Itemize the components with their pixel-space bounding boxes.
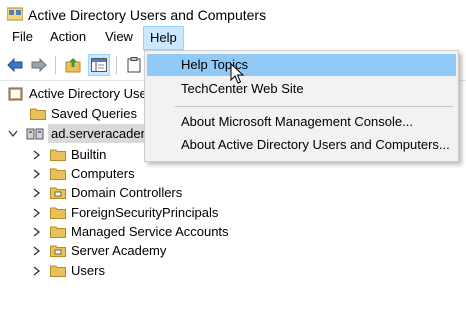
- directory-book-icon: [8, 87, 23, 100]
- clipboard-icon: [127, 57, 141, 73]
- menu-item-about-aduc[interactable]: About Active Directory Users and Compute…: [147, 134, 456, 156]
- tree-domain-label: ad.serveracader: [51, 126, 145, 141]
- menu-item-help-topics[interactable]: Help Topics: [147, 54, 456, 76]
- tree-saved-queries[interactable]: Saved Queries: [30, 104, 137, 123]
- folder-icon: [50, 207, 66, 219]
- folder-icon: [50, 226, 66, 238]
- tree-item-label: Server Academy: [71, 243, 167, 258]
- tree-item-label: Managed Service Accounts: [71, 224, 229, 239]
- tree-item-domain-controllers[interactable]: Domain Controllers: [32, 183, 182, 202]
- menu-file[interactable]: File: [6, 25, 39, 49]
- menu-help[interactable]: Help: [143, 26, 184, 50]
- tree-saved-queries-label: Saved Queries: [51, 106, 137, 121]
- forward-button[interactable]: [28, 54, 50, 76]
- tree-item-users[interactable]: Users: [32, 261, 105, 280]
- tree-root[interactable]: Active Directory Use: [8, 84, 147, 103]
- menu-item-about-mmc[interactable]: About Microsoft Management Console...: [147, 111, 456, 133]
- forward-arrow-icon: [31, 58, 47, 72]
- ou-folder-icon: [50, 187, 66, 199]
- chevron-right-icon[interactable]: [32, 168, 42, 179]
- folder-icon: [30, 108, 46, 120]
- tree-item-computers[interactable]: Computers: [32, 164, 135, 183]
- domain-icon: [26, 128, 44, 140]
- menu-bar: File Action View Help: [0, 25, 466, 50]
- toolbar-separator: [116, 56, 117, 74]
- window-title: Active Directory Users and Computers: [28, 7, 267, 23]
- menu-separator: [175, 106, 453, 107]
- help-menu-dropdown: Help Topics TechCenter Web Site About Mi…: [144, 50, 459, 162]
- mouse-pointer-icon: [230, 63, 244, 84]
- folder-icon: [50, 168, 66, 180]
- menu-view[interactable]: View: [99, 25, 139, 49]
- tree-item-label: ForeignSecurityPrincipals: [71, 205, 219, 220]
- back-button[interactable]: [4, 54, 26, 76]
- tree-item-label: Domain Controllers: [71, 185, 183, 200]
- menu-action[interactable]: Action: [44, 25, 92, 49]
- show-hide-console-tree-icon: [91, 58, 107, 72]
- clipboard-button[interactable]: [123, 54, 145, 76]
- tree-item-label: Users: [71, 263, 105, 278]
- chevron-right-icon[interactable]: [32, 226, 42, 237]
- chevron-right-icon[interactable]: [32, 207, 42, 218]
- show-hide-console-tree-button[interactable]: [88, 54, 110, 76]
- tree-root-label: Active Directory Use: [29, 86, 147, 101]
- folder-icon: [50, 265, 66, 277]
- up-folder-icon: [65, 58, 81, 73]
- tree-item-builtin[interactable]: Builtin: [32, 145, 106, 164]
- up-one-level-button[interactable]: [62, 54, 84, 76]
- tree-item-managed-service-accounts[interactable]: Managed Service Accounts: [32, 222, 229, 241]
- chevron-right-icon[interactable]: [32, 265, 42, 276]
- tree-item-server-academy[interactable]: Server Academy: [32, 241, 166, 260]
- chevron-down-icon[interactable]: [8, 129, 18, 139]
- tree-item-foreignsecurityprincipals[interactable]: ForeignSecurityPrincipals: [32, 203, 218, 222]
- folder-icon: [50, 149, 66, 161]
- menu-item-techcenter-web-site[interactable]: TechCenter Web Site: [147, 78, 456, 100]
- tree-item-label: Builtin: [71, 147, 107, 162]
- back-arrow-icon: [7, 58, 23, 72]
- toolbar-separator: [55, 56, 56, 74]
- tree-item-label: Computers: [71, 166, 135, 181]
- ou-folder-icon: [50, 245, 66, 257]
- tree-domain[interactable]: ad.serveracader: [8, 124, 148, 143]
- aduc-app-icon: [7, 7, 23, 21]
- chevron-right-icon[interactable]: [32, 187, 42, 198]
- chevron-right-icon[interactable]: [32, 245, 42, 256]
- chevron-right-icon[interactable]: [32, 149, 42, 160]
